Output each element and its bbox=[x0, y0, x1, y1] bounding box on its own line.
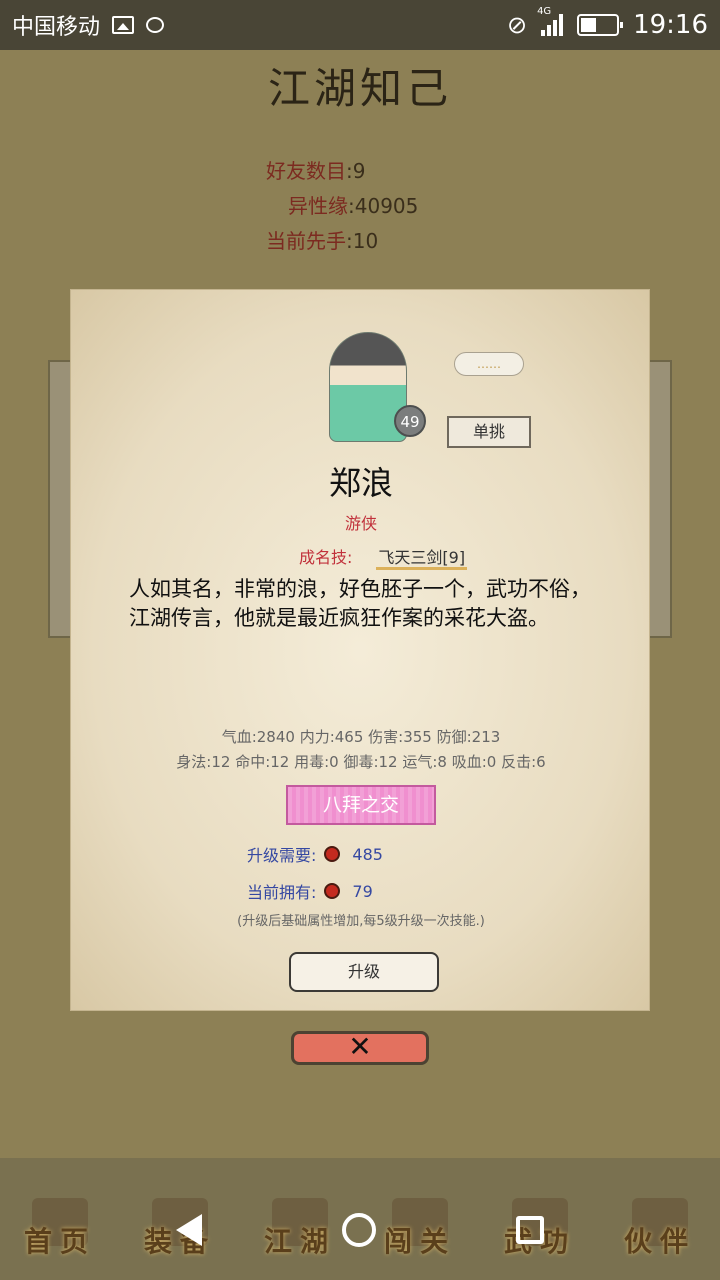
status-bar: 中国移动 ⊘ 4G 19:16 bbox=[0, 0, 720, 50]
character-description: 人如其名，非常的浪，好色胚子一个，武功不俗，江湖传言，他就是最近疯狂作案的采花大… bbox=[129, 577, 591, 630]
signature-skill: 成名技: 飞天三剑[9] bbox=[299, 544, 468, 570]
home-icon[interactable] bbox=[342, 1213, 376, 1247]
gourd-icon bbox=[324, 846, 341, 862]
chat-icon bbox=[146, 17, 165, 33]
character-name: 郑浪 bbox=[328, 464, 393, 502]
duel-button[interactable]: 单挑 bbox=[447, 416, 531, 448]
upgrade-note: (升级后基础属性增加,每5级升级一次技能.) bbox=[237, 914, 485, 929]
stat-value: :10 bbox=[346, 229, 379, 253]
signature-skill-value[interactable]: 飞天三剑[9] bbox=[376, 548, 468, 570]
upgrade-cost-row: 升级需要: 485 bbox=[247, 842, 383, 866]
signature-skill-label: 成名技: bbox=[299, 548, 353, 567]
tab-label: 闯关 bbox=[383, 1225, 456, 1258]
close-button[interactable]: ✕ bbox=[291, 1031, 429, 1065]
upgrade-button[interactable]: 升级 bbox=[289, 952, 439, 992]
current-have-row: 当前拥有: 79 bbox=[247, 879, 373, 903]
signal-icon: 4G bbox=[537, 6, 564, 36]
tab-jianghu[interactable]: 江湖 bbox=[250, 1180, 350, 1260]
attributes-line-2: 身法:12 命中:12 用毒:0 御毒:12 运气:8 吸血:0 反击:6 bbox=[176, 753, 546, 771]
back-icon[interactable] bbox=[176, 1214, 202, 1246]
tab-label: 江湖 bbox=[263, 1225, 336, 1258]
sworn-bond-button[interactable]: 八拜之交 bbox=[286, 785, 436, 825]
friend-count-stat: 好友数目:9 bbox=[266, 155, 365, 184]
tab-label: 首页 bbox=[23, 1225, 96, 1258]
stat-value: :40905 bbox=[348, 194, 419, 218]
recent-apps-icon[interactable] bbox=[516, 1216, 544, 1244]
mute-icon: ⊘ bbox=[506, 11, 528, 39]
opposite-sex-stat: 异性缘:40905 bbox=[288, 190, 418, 219]
carrier-name: 中国移动 bbox=[12, 15, 101, 40]
clock: 19:16 bbox=[633, 10, 708, 40]
character-class: 游侠 bbox=[344, 514, 377, 533]
tab-partners[interactable]: 伙伴 bbox=[610, 1180, 710, 1260]
tab-label: 伙伴 bbox=[623, 1225, 696, 1258]
stat-label: 异性缘 bbox=[288, 194, 348, 218]
initiative-stat: 当前先手:10 bbox=[266, 225, 378, 254]
stat-label: 好友数目 bbox=[266, 159, 346, 183]
current-have-label: 当前拥有: bbox=[247, 883, 317, 902]
gourd-icon bbox=[324, 883, 341, 899]
upgrade-need-value: 485 bbox=[352, 844, 383, 864]
character-dialog: 49 …… 单挑 郑浪 游侠 成名技: 飞天三剑[9] 人如其名，非常的浪，好色胚… bbox=[70, 289, 650, 1011]
stat-label: 当前先手 bbox=[266, 229, 346, 253]
tab-stages[interactable]: 闯关 bbox=[370, 1180, 470, 1260]
page-title: 江湖知己 bbox=[267, 64, 452, 113]
speech-bubble[interactable]: …… bbox=[454, 352, 524, 376]
network-type: 4G bbox=[537, 6, 552, 17]
current-have-value: 79 bbox=[352, 881, 373, 901]
image-icon bbox=[112, 16, 135, 34]
battery-icon bbox=[577, 14, 624, 36]
attributes-line-1: 气血:2840 内力:465 伤害:355 防御:213 bbox=[221, 728, 501, 746]
level-badge: 49 bbox=[394, 405, 426, 437]
stat-value: :9 bbox=[346, 159, 366, 183]
tab-home[interactable]: 首页 bbox=[10, 1180, 110, 1260]
upgrade-need-label: 升级需要: bbox=[247, 846, 317, 865]
